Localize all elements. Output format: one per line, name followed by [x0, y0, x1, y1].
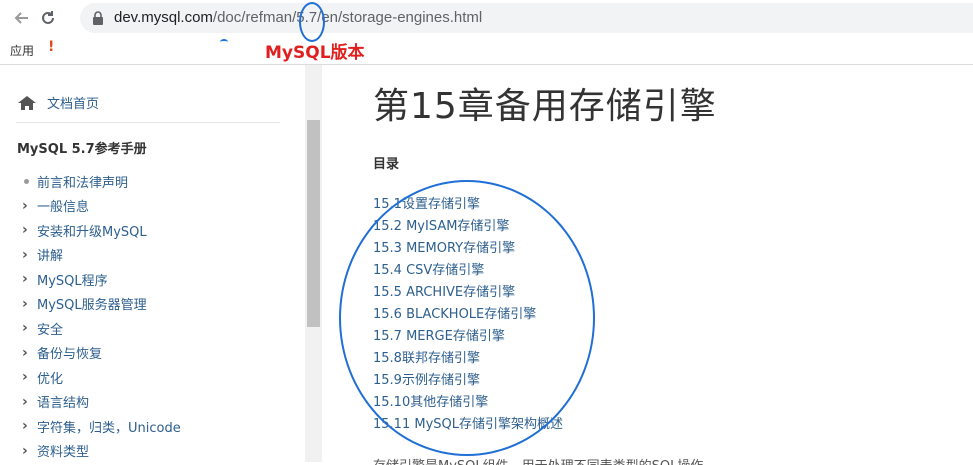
sidebar-item[interactable]: 前言和法律声明	[22, 169, 181, 194]
page-title: 第15章备用存储引擎	[373, 86, 717, 127]
chevron-right-icon: ›	[22, 393, 28, 410]
annotation-circle-version	[299, 2, 325, 42]
sidebar-item[interactable]: › 讲解	[22, 243, 181, 268]
scrollbar-thumb[interactable]	[307, 120, 320, 327]
sidebar-item[interactable]: › 一般信息	[22, 194, 181, 219]
apps-shortcut[interactable]: 应用	[10, 42, 34, 59]
sidebar-item[interactable]: › MySQL程序	[22, 267, 181, 292]
toc-heading: 目录	[373, 157, 400, 172]
bookmarks-bar: 应用 !	[0, 36, 973, 65]
sidebar-nav: 前言和法律声明 › 一般信息 › 安装和升级MySQL › 讲解 › MySQL程序 › MySQL…	[22, 169, 181, 463]
doc-home-label: 文档首页	[47, 97, 100, 112]
bullet-icon	[24, 178, 29, 184]
lock-icon	[93, 11, 103, 25]
sidebar-item[interactable]: › 字符集，归类，Unicode	[22, 414, 181, 439]
chevron-right-icon: ›	[22, 442, 28, 459]
sidebar-item-label: 讲解	[37, 249, 64, 265]
sidebar-item[interactable]: › 语言结构	[22, 390, 181, 415]
sidebar-item-label: 备份与恢复	[37, 347, 103, 363]
browser-toolbar: dev.mysql.com/doc/refman/5.7/en/storage-…	[0, 0, 973, 36]
annotation-label: MySQL版本	[265, 43, 365, 63]
chevron-right-icon: ›	[22, 344, 28, 361]
sidebar-item-label: 前言和法律声明	[37, 175, 129, 191]
sidebar-item[interactable]: › 优化	[22, 365, 181, 390]
annotation-circle-toc	[339, 180, 595, 456]
manual-title: MySQL 5.7参考手册	[17, 142, 147, 157]
chevron-right-icon: ›	[22, 418, 28, 435]
sidebar-item[interactable]: › 安装和升级MySQL	[22, 218, 181, 243]
sidebar-item-label: 优化	[37, 371, 64, 387]
doc-home-link[interactable]: 文档首页	[17, 93, 99, 112]
sidebar-item-label: MySQL程序	[37, 273, 108, 289]
back-arrow-icon[interactable]	[10, 6, 34, 30]
sidebar-item[interactable]: › MySQL服务器管理	[22, 292, 181, 317]
chevron-right-icon: ›	[22, 369, 28, 386]
chevron-right-icon: ›	[22, 197, 28, 214]
sidebar-item-label: 安装和升级MySQL	[37, 224, 147, 240]
chevron-right-icon: ›	[22, 295, 28, 312]
address-bar[interactable]: dev.mysql.com/doc/refman/5.7/en/storage-…	[80, 3, 973, 33]
sidebar-item[interactable]: › 资料类型	[22, 439, 181, 464]
bookmark-marker[interactable]: !	[48, 39, 54, 55]
sidebar-item-label: 资料类型	[37, 445, 90, 461]
intro-paragraph: 存储引擎是MySQL组件，用于处理不同表类型的SQL操作。	[373, 455, 973, 465]
sidebar-item-label: 语言结构	[37, 396, 90, 412]
sidebar-item[interactable]: › 安全	[22, 316, 181, 341]
bookmark-icon[interactable]	[220, 39, 228, 45]
chevron-right-icon: ›	[22, 222, 28, 239]
chevron-right-icon: ›	[22, 320, 28, 337]
divider	[16, 122, 280, 123]
home-icon	[18, 95, 36, 110]
chevron-right-icon: ›	[22, 246, 28, 263]
reload-icon[interactable]	[36, 6, 60, 30]
sidebar-item[interactable]: › 备份与恢复	[22, 341, 181, 366]
chevron-right-icon: ›	[22, 271, 28, 288]
sidebar-item-label: MySQL服务器管理	[37, 298, 147, 314]
sidebar: 文档首页 MySQL 5.7参考手册 前言和法律声明 › 一般信息 › 安装和升级MyS…	[0, 65, 305, 462]
sidebar-item-label: 安全	[37, 322, 64, 338]
sidebar-item-label: 一般信息	[37, 200, 90, 216]
sidebar-item-label: 字符集，归类，Unicode	[37, 420, 181, 436]
